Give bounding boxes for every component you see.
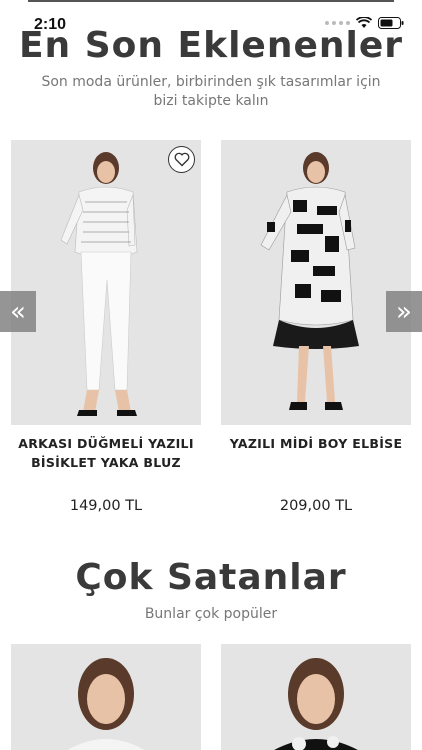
carousel-next-button[interactable]: » <box>386 291 422 332</box>
product-card[interactable] <box>11 644 201 750</box>
product-card[interactable]: YAZILI MİDİ BOY ELBİSE 209,00 TL <box>221 140 411 514</box>
product-price: 149,00 TL <box>69 498 143 514</box>
product-name[interactable]: YAZILI MİDİ BOY ELBİSE <box>221 434 411 474</box>
product-name[interactable]: ARKASI DÜĞMELİ YAZILI BİSİKLET YAKA BLUZ <box>11 434 201 474</box>
best-sellers-title: Çok Satanlar <box>75 557 347 598</box>
double-chevron-left-icon: « <box>10 296 26 327</box>
product-image[interactable] <box>221 644 411 750</box>
product-price: 209,00 TL <box>279 498 353 514</box>
favorite-button[interactable] <box>168 146 195 173</box>
product-image[interactable] <box>221 140 411 425</box>
product-card[interactable] <box>221 644 411 750</box>
new-arrivals-subtitle: Son moda ürünler, birbirinden şık tasarı… <box>41 74 381 109</box>
model-illustration <box>11 140 201 425</box>
heart-icon <box>174 152 189 167</box>
product-image[interactable] <box>11 140 201 425</box>
best-sellers-subtitle: Bunlar çok popüler <box>144 606 278 622</box>
double-chevron-right-icon: » <box>396 296 412 327</box>
new-arrivals-title: En Son Eklenenler <box>18 25 404 66</box>
product-card[interactable]: ARKASI DÜĞMELİ YAZILI BİSİKLET YAKA BLUZ… <box>11 140 201 514</box>
product-image[interactable] <box>11 644 201 750</box>
carousel-prev-button[interactable]: « <box>0 291 36 332</box>
model-illustration <box>221 140 411 425</box>
model-illustration <box>11 644 201 750</box>
model-illustration <box>221 644 411 750</box>
